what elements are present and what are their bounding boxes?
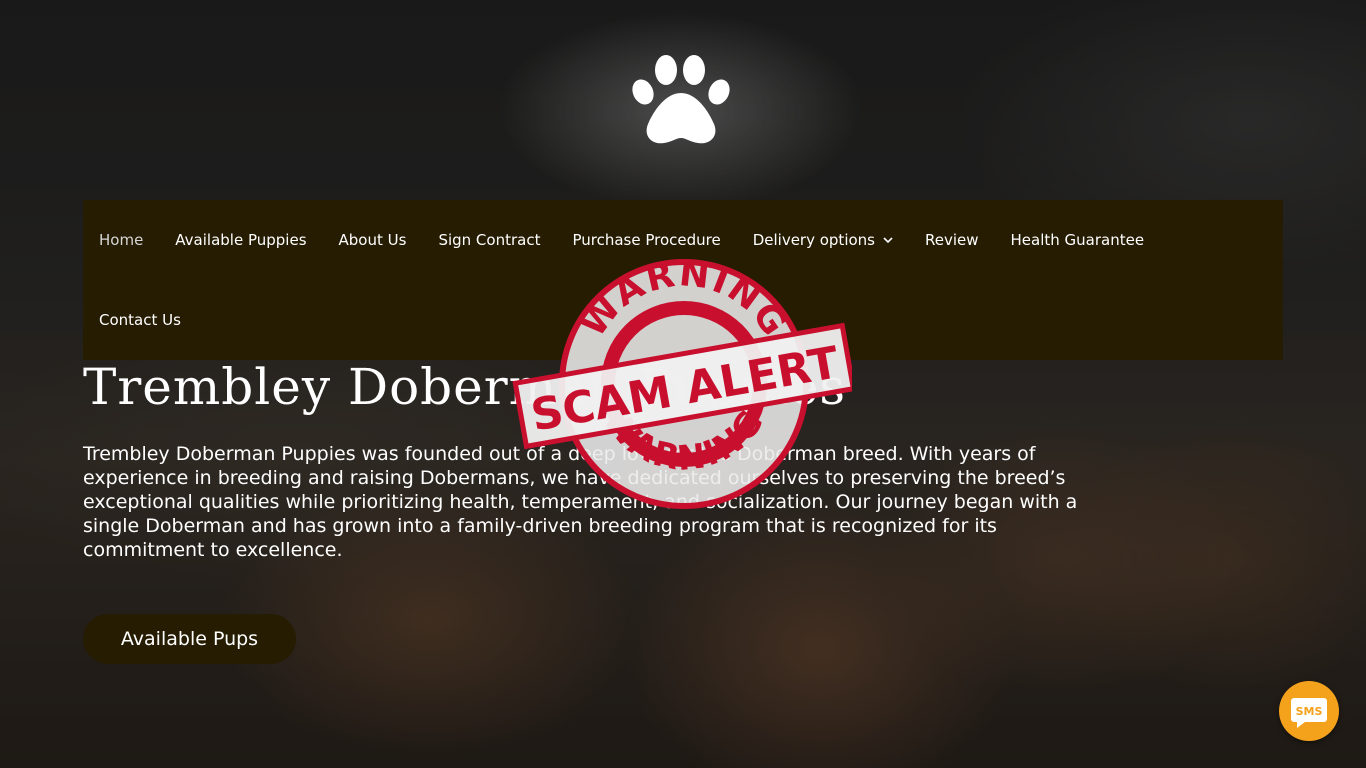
nav-item-contact-us[interactable]: Contact Us xyxy=(83,311,197,329)
sms-chat-button[interactable]: SMS xyxy=(1279,681,1339,741)
nav-item-about-us[interactable]: About Us xyxy=(323,231,423,249)
nav-item-label: Contact Us xyxy=(99,311,181,329)
nav-row-secondary: Contact Us xyxy=(83,280,197,360)
nav-item-health-guarantee[interactable]: Health Guarantee xyxy=(995,231,1161,249)
nav-item-label: About Us xyxy=(338,231,407,249)
logo-svg xyxy=(632,55,730,144)
page: Home Available Puppies About Us Sign Con… xyxy=(0,0,1366,768)
nav-item-home[interactable]: Home xyxy=(83,231,159,249)
nav-item-delivery-options[interactable]: Delivery options xyxy=(737,231,909,249)
nav-item-label: Available Puppies xyxy=(175,231,307,249)
nav-item-label: Home xyxy=(99,231,144,249)
nav-item-review[interactable]: Review xyxy=(909,231,995,249)
scam-alert-stamp: WARNING WARNING SCAM ALERT xyxy=(512,252,857,512)
nav-item-label: Review xyxy=(924,231,979,249)
nav-item-label: Purchase Procedure xyxy=(572,231,721,249)
available-pups-button[interactable]: Available Pups xyxy=(83,614,296,664)
nav-item-label: Delivery options xyxy=(752,231,875,249)
nav-item-purchase-procedure[interactable]: Purchase Procedure xyxy=(556,231,736,249)
chevron-down-icon xyxy=(883,237,893,244)
paw-print-icon[interactable] xyxy=(628,48,734,148)
sms-label: SMS xyxy=(1296,705,1323,718)
sms-chat-icon: SMS xyxy=(1291,698,1327,728)
nav-item-sign-contract[interactable]: Sign Contract xyxy=(422,231,556,249)
nav-item-available-puppies[interactable]: Available Puppies xyxy=(159,231,322,249)
nav-item-label: Sign Contract xyxy=(438,231,541,249)
scam-alert-stamp-graphic: WARNING WARNING SCAM ALERT xyxy=(512,253,857,509)
nav-item-label: Health Guarantee xyxy=(1010,231,1145,249)
